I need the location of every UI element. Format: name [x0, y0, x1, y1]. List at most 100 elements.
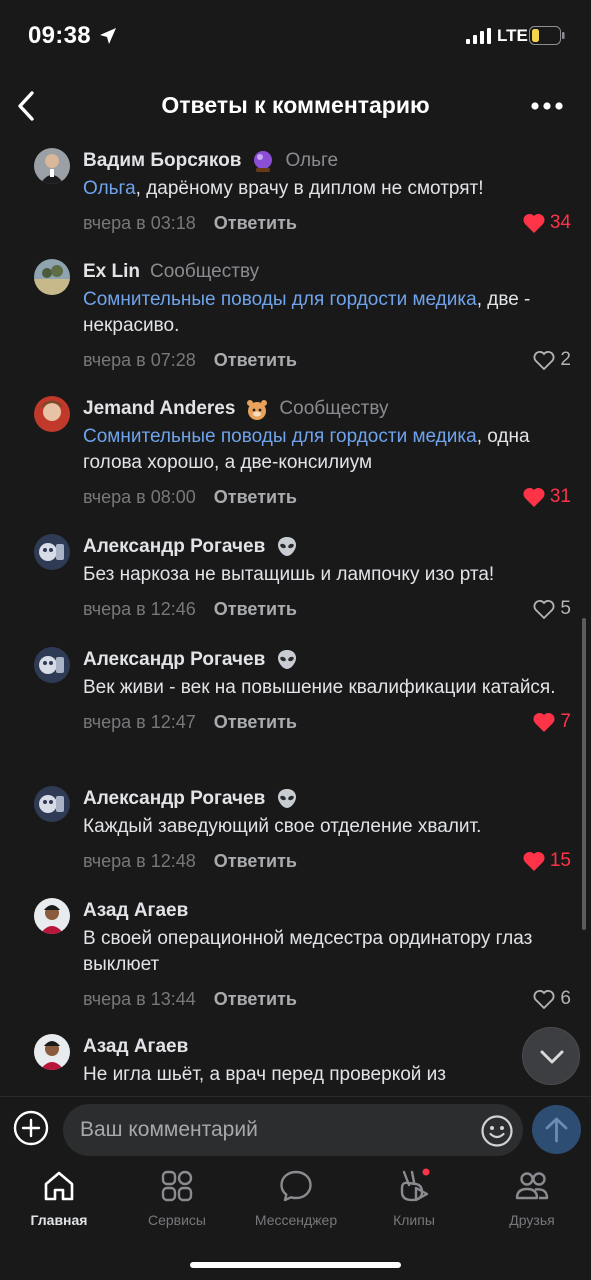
- status-bar: 09:38 LTE: [0, 0, 591, 70]
- like-button[interactable]: 31: [522, 480, 571, 514]
- like-button[interactable]: 2: [532, 343, 571, 377]
- heart-filled-icon: [523, 213, 545, 233]
- comment-author[interactable]: Ex Lin: [83, 261, 140, 283]
- alien-icon: [278, 537, 297, 556]
- like-count: 31: [549, 486, 571, 507]
- like-count: 34: [549, 212, 571, 233]
- status-time: 09:38: [28, 22, 91, 49]
- comment-field[interactable]: [63, 1104, 523, 1156]
- comment-text: Сомнительные поводы для гордости медика,…: [83, 426, 530, 473]
- reply-button[interactable]: Ответить: [214, 989, 297, 1010]
- like-button[interactable]: 34: [522, 206, 571, 240]
- page-title: Ответы к комментарию: [161, 92, 430, 118]
- comment-text: Без наркоза не вытащишь и лампочку изо р…: [83, 564, 495, 585]
- tab-services[interactable]: Сервисы: [118, 1168, 236, 1238]
- services-grid-icon: [161, 1170, 193, 1202]
- battery-icon: [529, 26, 565, 45]
- comment-author[interactable]: Азад Агаев: [83, 900, 188, 922]
- hamster-icon: [247, 400, 268, 420]
- plus-circle-icon[interactable]: [13, 1110, 49, 1146]
- heart-filled-icon: [523, 487, 545, 507]
- avatar[interactable]: [34, 259, 70, 295]
- mention-link[interactable]: Сомнительные поводы для гордости медика: [83, 426, 477, 447]
- like-button[interactable]: 6: [532, 982, 571, 1016]
- reply-button[interactable]: Ответить: [214, 599, 297, 620]
- comment-text: Ольга, дарёному врачу в диплом не смотря…: [83, 178, 484, 199]
- arrow-up-icon: [545, 1117, 568, 1143]
- reply-to: Ольге: [285, 150, 339, 171]
- comment-author[interactable]: Александр Рогачев: [83, 649, 265, 671]
- reply-to: Сообществу: [150, 261, 260, 282]
- crystal-ball-icon: [254, 151, 273, 172]
- comment-input[interactable]: [80, 1104, 460, 1156]
- tab-label: Друзья: [509, 1212, 555, 1228]
- tab-label: Клипы: [393, 1212, 435, 1228]
- heart-outline-icon: [533, 990, 555, 1010]
- like-count: 15: [549, 850, 571, 871]
- comment-text: Век живи - век на повышение квалификации…: [83, 677, 556, 698]
- heart-outline-icon: [533, 600, 555, 620]
- comment-author[interactable]: Вадим Борсяков: [83, 150, 241, 172]
- like-count: 2: [560, 349, 571, 370]
- comment-input-bar: [0, 1096, 591, 1162]
- reply-button[interactable]: Ответить: [214, 851, 297, 872]
- comments-list[interactable]: Вадим Борсяков Ольге Ольга, дарёному вра…: [0, 140, 591, 1090]
- like-button[interactable]: 7: [532, 705, 571, 739]
- tab-messenger[interactable]: Мессенджер: [237, 1168, 355, 1238]
- reply-button[interactable]: Ответить: [214, 350, 297, 371]
- avatar[interactable]: [34, 647, 70, 683]
- chevron-down-icon: [540, 1050, 564, 1064]
- reply-button[interactable]: Ответить: [214, 712, 297, 733]
- home-icon: [44, 1171, 74, 1201]
- more-horizontal-icon[interactable]: [530, 93, 564, 119]
- location-arrow-icon: [100, 28, 116, 44]
- reply-to: Сообществу: [279, 398, 389, 419]
- scrollbar[interactable]: [582, 618, 586, 930]
- comment-date: вчера в 13:44: [83, 988, 196, 1009]
- tab-label: Главная: [30, 1212, 88, 1228]
- tab-friends[interactable]: Друзья: [473, 1168, 591, 1238]
- smile-icon[interactable]: [480, 1114, 514, 1148]
- comment-text: Не игла шьёт, а врач перед проверкой из: [83, 1064, 447, 1085]
- avatar[interactable]: [34, 786, 70, 822]
- home-indicator: [190, 1262, 401, 1268]
- like-count: 7: [560, 711, 571, 732]
- friends-icon: [515, 1172, 549, 1200]
- alien-icon: [278, 789, 297, 808]
- comment-date: вчера в 12:46: [83, 598, 196, 619]
- tab-label: Сервисы: [147, 1212, 206, 1228]
- comment-text: Каждый заведующий свое отделение хвалит.: [83, 816, 482, 837]
- reply-button[interactable]: Ответить: [214, 213, 297, 234]
- comment-date: вчера в 08:00: [83, 486, 196, 507]
- comment-date: вчера в 03:18: [83, 212, 196, 233]
- comment-text: Сомнительные поводы для гордости медика,…: [83, 289, 531, 336]
- signal-icon: [466, 28, 491, 44]
- screen: 09:38 LTE Ответы к комментарию Вадим Бор…: [0, 0, 591, 1280]
- avatar[interactable]: [34, 898, 70, 934]
- avatar[interactable]: [34, 396, 70, 432]
- comment-author[interactable]: Jemand Anderes: [83, 398, 235, 420]
- like-button[interactable]: 5: [532, 592, 571, 626]
- avatar[interactable]: [34, 1034, 70, 1070]
- like-button[interactable]: 15: [522, 844, 571, 878]
- reply-button[interactable]: Ответить: [214, 487, 297, 508]
- comment-date: вчера в 12:48: [83, 850, 196, 871]
- mention-link[interactable]: Сомнительные поводы для гордости медика: [83, 289, 477, 310]
- header: Ответы к комментарию: [0, 76, 591, 136]
- scroll-down-button[interactable]: [522, 1027, 580, 1085]
- heart-filled-icon: [523, 851, 545, 871]
- heart-filled-icon: [533, 712, 555, 732]
- comment-author[interactable]: Александр Рогачев: [83, 536, 265, 558]
- mention-link[interactable]: Ольга: [83, 178, 136, 199]
- like-count: 6: [560, 988, 571, 1009]
- comment-author[interactable]: Александр Рогачев: [83, 788, 265, 810]
- network-type: LTE: [497, 26, 528, 45]
- tab-home[interactable]: Главная: [0, 1168, 118, 1238]
- avatar[interactable]: [34, 534, 70, 570]
- tab-label: Мессенджер: [254, 1212, 338, 1228]
- avatar[interactable]: [34, 148, 70, 184]
- comment-author[interactable]: Азад Агаев: [83, 1036, 188, 1058]
- clips-icon: [400, 1168, 430, 1202]
- tab-clips[interactable]: Клипы: [355, 1168, 473, 1238]
- send-button[interactable]: [532, 1105, 581, 1154]
